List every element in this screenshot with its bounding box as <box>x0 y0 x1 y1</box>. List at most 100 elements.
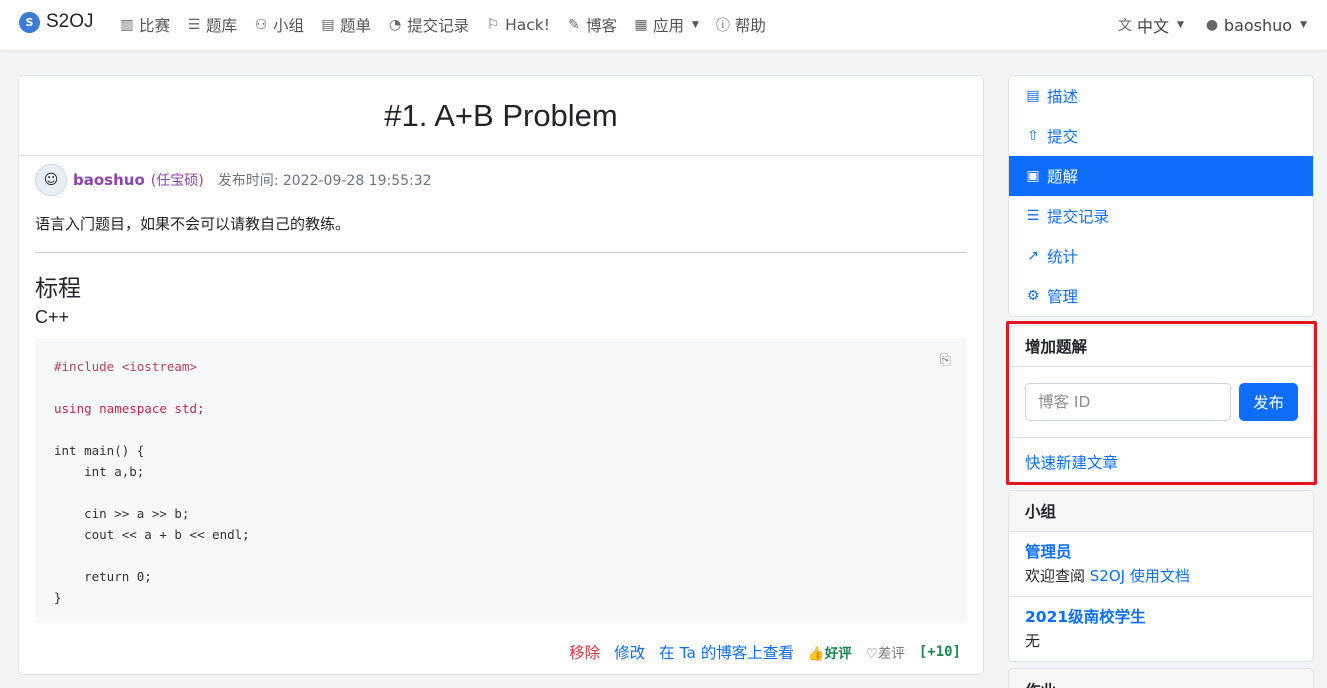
nav-lists[interactable]: ▤ 题单 <box>320 14 371 36</box>
group-name-link[interactable]: 管理员 <box>1025 540 1297 564</box>
nav-submissions[interactable]: ◔ 提交记录 <box>387 14 469 36</box>
nav-contests[interactable]: ▥ 比赛 <box>119 14 170 36</box>
add-solution-card: 增加题解 发布 快速新建文章 <box>1008 325 1314 483</box>
list-icon: ☰ <box>187 17 201 33</box>
publish-button[interactable]: 发布 <box>1239 383 1298 421</box>
upvote-button[interactable]: 👍好评 <box>808 642 852 662</box>
menu-label: 管理 <box>1047 288 1079 306</box>
edit-link[interactable]: 修改 <box>614 641 645 663</box>
problem-nav-menu: ▤ 描述 ⇧ 提交 ▣ 题解 ☰ 提交记录 ↗ 统计 ⚙ 管理 <box>1008 75 1314 317</box>
section-heading: 标程 <box>35 276 81 302</box>
menu-label: 提交记录 <box>1047 208 1110 226</box>
remove-link[interactable]: 移除 <box>569 641 600 663</box>
nav-label: 小组 <box>273 17 305 35</box>
docs-link[interactable]: S2OJ 使用文档 <box>1090 567 1190 585</box>
brand-name: S2OJ <box>46 11 94 32</box>
upload-icon: ⇧ <box>1027 128 1039 144</box>
nav-hack[interactable]: ⚐ Hack! <box>485 16 550 34</box>
groups-title: 小组 <box>1009 491 1313 532</box>
nav-label: Hack! <box>505 16 550 34</box>
graph-icon: ↗ <box>1027 248 1039 264</box>
nav-blogs[interactable]: ✎ 博客 <box>566 14 617 36</box>
s2oj-logo-icon: S <box>19 11 40 33</box>
problem-title: #1. A+B Problem <box>384 97 618 133</box>
pie-chart-icon: ◔ <box>388 17 402 33</box>
code-line: } <box>54 590 62 605</box>
language-dropdown[interactable]: 文 中文 ▼ <box>1117 13 1184 37</box>
nav-label: 题单 <box>340 17 372 35</box>
menu-label: 描述 <box>1047 88 1079 106</box>
vote-score: [+10] <box>918 644 961 660</box>
card-header: #1. A+B Problem <box>19 76 983 156</box>
menu-item-submissions[interactable]: ☰ 提交记录 <box>1009 196 1313 236</box>
nav-label: 提交记录 <box>407 17 470 35</box>
divider <box>1009 437 1313 438</box>
code-line: cout << a + b << endl; <box>54 527 250 542</box>
nav-label: 比赛 <box>139 17 171 35</box>
code-line: return 0; <box>54 569 152 584</box>
group-item: 管理员 欢迎查阅 S2OJ 使用文档 <box>1009 532 1313 597</box>
brand-link[interactable]: S S2OJ <box>19 11 94 33</box>
group-desc-text: 欢迎查阅 <box>1025 567 1090 585</box>
nav-groups[interactable]: ⚇ 小组 <box>253 14 304 36</box>
group-description: 欢迎查阅 S2OJ 使用文档 <box>1025 564 1297 588</box>
menu-item-submit[interactable]: ⇧ 提交 <box>1009 116 1313 156</box>
nav-right: 文 中文 ▼ ● baoshuo ▼ <box>1117 0 1307 50</box>
author-link[interactable]: baoshuo <box>73 171 145 189</box>
flag-icon: ⚐ <box>486 17 500 33</box>
menu-item-solutions[interactable]: ▣ 题解 <box>1009 156 1313 196</box>
menu-item-manage[interactable]: ⚙ 管理 <box>1009 276 1313 316</box>
caret-down-icon: ▼ <box>1177 20 1184 30</box>
add-solution-title: 增加题解 <box>1009 326 1313 367</box>
code-content: #include <iostream> using namespace std;… <box>54 356 250 608</box>
downvote-label: 差评 <box>877 646 905 662</box>
file-text-icon: ▤ <box>1026 88 1040 104</box>
pencil-square-icon: ✎ <box>568 17 580 33</box>
downvote-button[interactable]: ♡差评 <box>866 642 905 662</box>
homework-title: 作业 <box>1009 669 1313 688</box>
username-label: baoshuo <box>1223 15 1293 35</box>
language-label: 中文 <box>1136 17 1169 36</box>
grid-icon: ▦ <box>634 17 648 33</box>
divider <box>35 252 967 253</box>
translate-icon: 文 <box>1117 18 1132 34</box>
author-row: ☺ baoshuo (任宝硕) 发布时间: 2022-09-28 19:55:3… <box>35 164 432 196</box>
menu-label: 提交 <box>1047 128 1079 146</box>
clipboard-icon[interactable]: ⎘ <box>940 352 951 368</box>
group-name-link[interactable]: 2021级南校学生 <box>1025 605 1297 629</box>
avatar[interactable]: ☺ <box>35 164 67 196</box>
upvote-label: 好评 <box>824 646 852 662</box>
group-item: 2021级南校学生 无 <box>1009 597 1313 661</box>
question-circle-icon: ⓘ <box>715 18 730 34</box>
nav-label: 题库 <box>206 17 238 35</box>
code-line: int main() { <box>54 443 145 458</box>
code-line: #include <iostream> <box>54 359 197 374</box>
caret-down-icon: ▼ <box>1300 20 1307 30</box>
nav-help[interactable]: ⓘ 帮助 <box>715 14 766 36</box>
publish-time: 发布时间: 2022-09-28 19:55:32 <box>217 173 432 189</box>
caret-down-icon: ▼ <box>691 20 699 30</box>
view-on-blog-link[interactable]: 在 Ta 的博客上查看 <box>659 641 794 663</box>
code-line: cin >> a >> b; <box>54 506 190 521</box>
groups-card: 小组 管理员 欢迎查阅 S2OJ 使用文档 2021级南校学生 无 <box>1008 490 1314 662</box>
sliders-icon: ⚙ <box>1026 288 1040 304</box>
quick-new-post-link[interactable]: 快速新建文章 <box>1025 451 1118 473</box>
menu-label: 统计 <box>1047 248 1079 266</box>
group-description: 无 <box>1025 632 1041 650</box>
nav-problems[interactable]: ☰ 题库 <box>186 14 237 36</box>
blog-id-input[interactable] <box>1025 383 1231 421</box>
user-dropdown[interactable]: ● baoshuo ▼ <box>1204 16 1307 35</box>
author-realname: (任宝硕) <box>150 173 204 189</box>
thumbs-down-icon: ♡ <box>865 646 878 662</box>
code-line: using namespace std; <box>54 401 205 416</box>
nav-links: ▥ 比赛 ☰ 题库 ⚇ 小组 ▤ 题单 ◔ 提交记录 ⚐ Hack! ✎ 博客 … <box>119 0 782 50</box>
nav-label: 应用 <box>652 17 684 35</box>
menu-item-description[interactable]: ▤ 描述 <box>1009 76 1313 116</box>
menu-label: 题解 <box>1047 168 1079 186</box>
menu-item-statistics[interactable]: ↗ 统计 <box>1009 236 1313 276</box>
card-list-icon: ▤ <box>321 17 335 33</box>
thumbs-up-icon: 👍 <box>807 646 825 662</box>
bar-chart-icon: ▥ <box>120 17 134 33</box>
post-intro: 语言入门题目，如果不会可以请教自己的教练。 <box>35 215 351 233</box>
nav-apps-dropdown[interactable]: ▦ 应用 ▼ <box>633 14 699 36</box>
